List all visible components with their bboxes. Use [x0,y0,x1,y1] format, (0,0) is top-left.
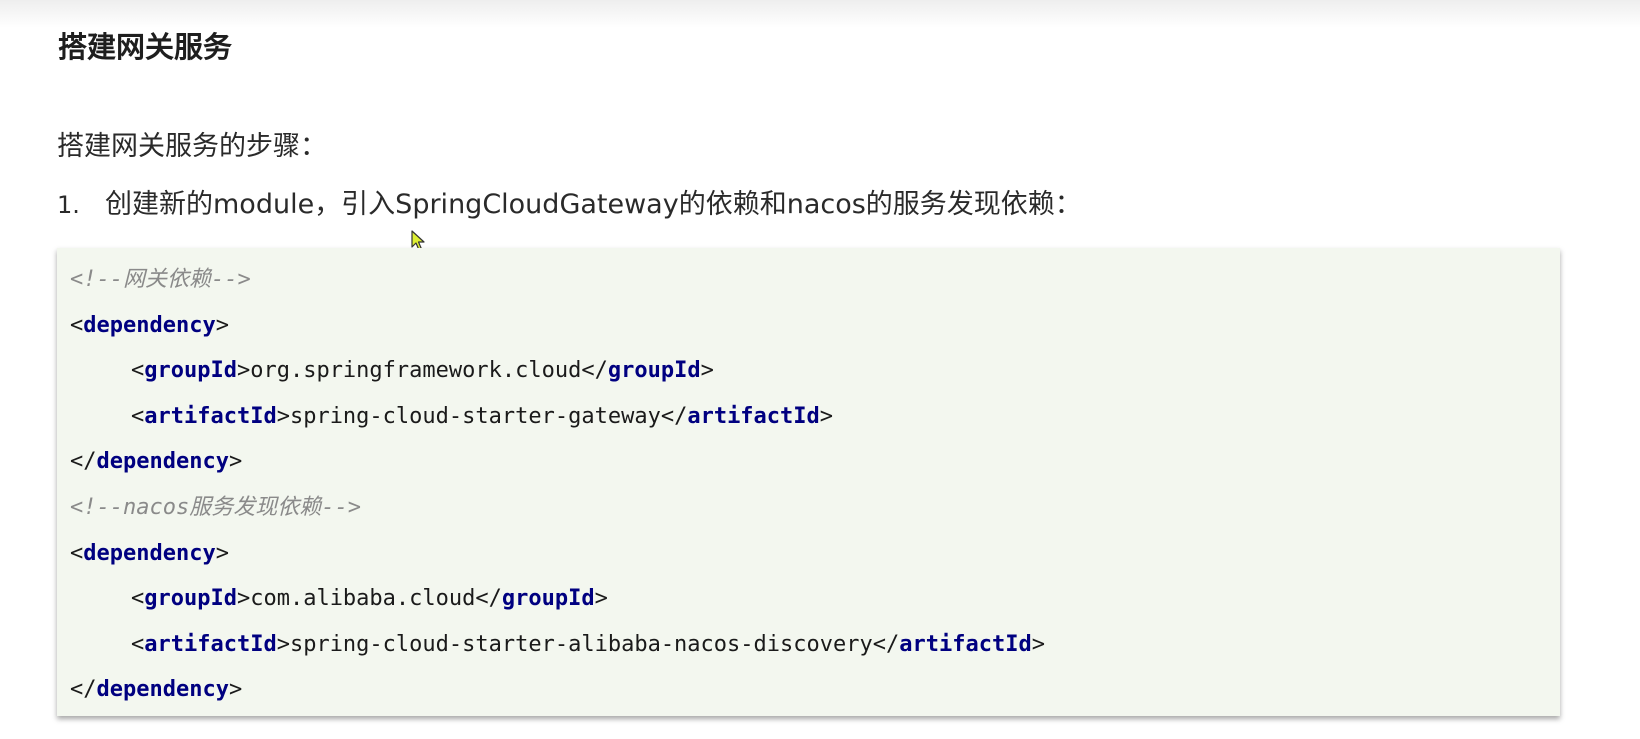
xml-comment: <!--网关依赖--> [70,267,251,292]
punct: > [215,540,229,566]
code-block: <!--网关依赖--> <dependency> <groupId>org.sp… [57,248,1560,716]
code-line-artifact-id: <artifactId>spring-cloud-starter-gateway… [70,400,1560,446]
punct: < [131,403,145,429]
punct: > [228,449,243,475]
xml-tag: dependency [96,677,229,703]
xml-tag: dependency [83,312,216,338]
page-title: 搭建网关服务 [58,30,233,64]
xml-tag: artifactId [144,403,277,429]
code-line-open-dependency: <dependency> [70,537,1560,583]
punct: > [276,631,290,657]
punct: < [70,312,84,338]
step-text: 创建新的module，引入SpringCloudGateway的依赖和nacos… [105,189,1082,220]
xml-value: spring-cloud-starter-gateway [289,403,661,429]
code-line-group-id: <groupId>com.alibaba.cloud</groupId> [70,582,1560,628]
xml-tag: dependency [83,540,216,566]
punct: </ [581,358,608,384]
punct: > [236,358,251,384]
punct: > [594,586,608,612]
xml-tag: artifactId [687,403,820,429]
xml-tag: dependency [96,449,229,475]
punct: > [819,403,834,429]
punct: > [276,403,290,429]
intro-paragraph: 搭建网关服务的步骤： [57,131,327,162]
code-line-group-id: <groupId>org.springframework.cloud</grou… [70,354,1560,400]
punct: > [236,586,251,612]
xml-tag: groupId [607,358,701,384]
xml-value: spring-cloud-starter-alibaba-nacos-disco… [289,631,873,657]
step-number: 1. [57,191,80,219]
xml-tag: groupId [144,358,237,384]
xml-value: com.alibaba.cloud [250,586,476,612]
code-line-comment: <!--nacos服务发现依赖--> [70,491,1560,537]
punct: </ [70,677,97,703]
punct: < [70,540,84,566]
code-line-artifact-id: <artifactId>spring-cloud-starter-alibaba… [70,628,1560,674]
xml-tag: groupId [501,586,595,612]
punct: </ [660,403,688,429]
punct: > [700,358,714,384]
code-line-comment: <!--网关依赖--> [70,263,1560,309]
code-line-open-dependency: <dependency> [70,309,1560,355]
punct: </ [70,449,97,475]
step-item-1: 1. 创建新的module，引入SpringCloudGateway的依赖和nac… [57,182,1082,221]
xml-tag: artifactId [144,631,277,657]
punct: < [131,586,145,612]
code-line-close-dependency: </dependency> [70,445,1560,491]
xml-comment: <!--nacos服务发现依赖--> [70,494,361,520]
punct: > [1031,631,1045,657]
xml-tag: artifactId [899,631,1032,657]
punct: </ [872,631,900,657]
xml-value: org.springframework.cloud [250,358,582,384]
punct: > [228,677,243,703]
punct: </ [475,586,502,612]
code-line-close-dependency: </dependency> [70,673,1560,719]
punct: < [131,631,145,657]
top-shade [0,0,1640,28]
punct: > [215,312,229,338]
xml-tag: groupId [144,586,237,612]
punct: < [131,358,145,384]
